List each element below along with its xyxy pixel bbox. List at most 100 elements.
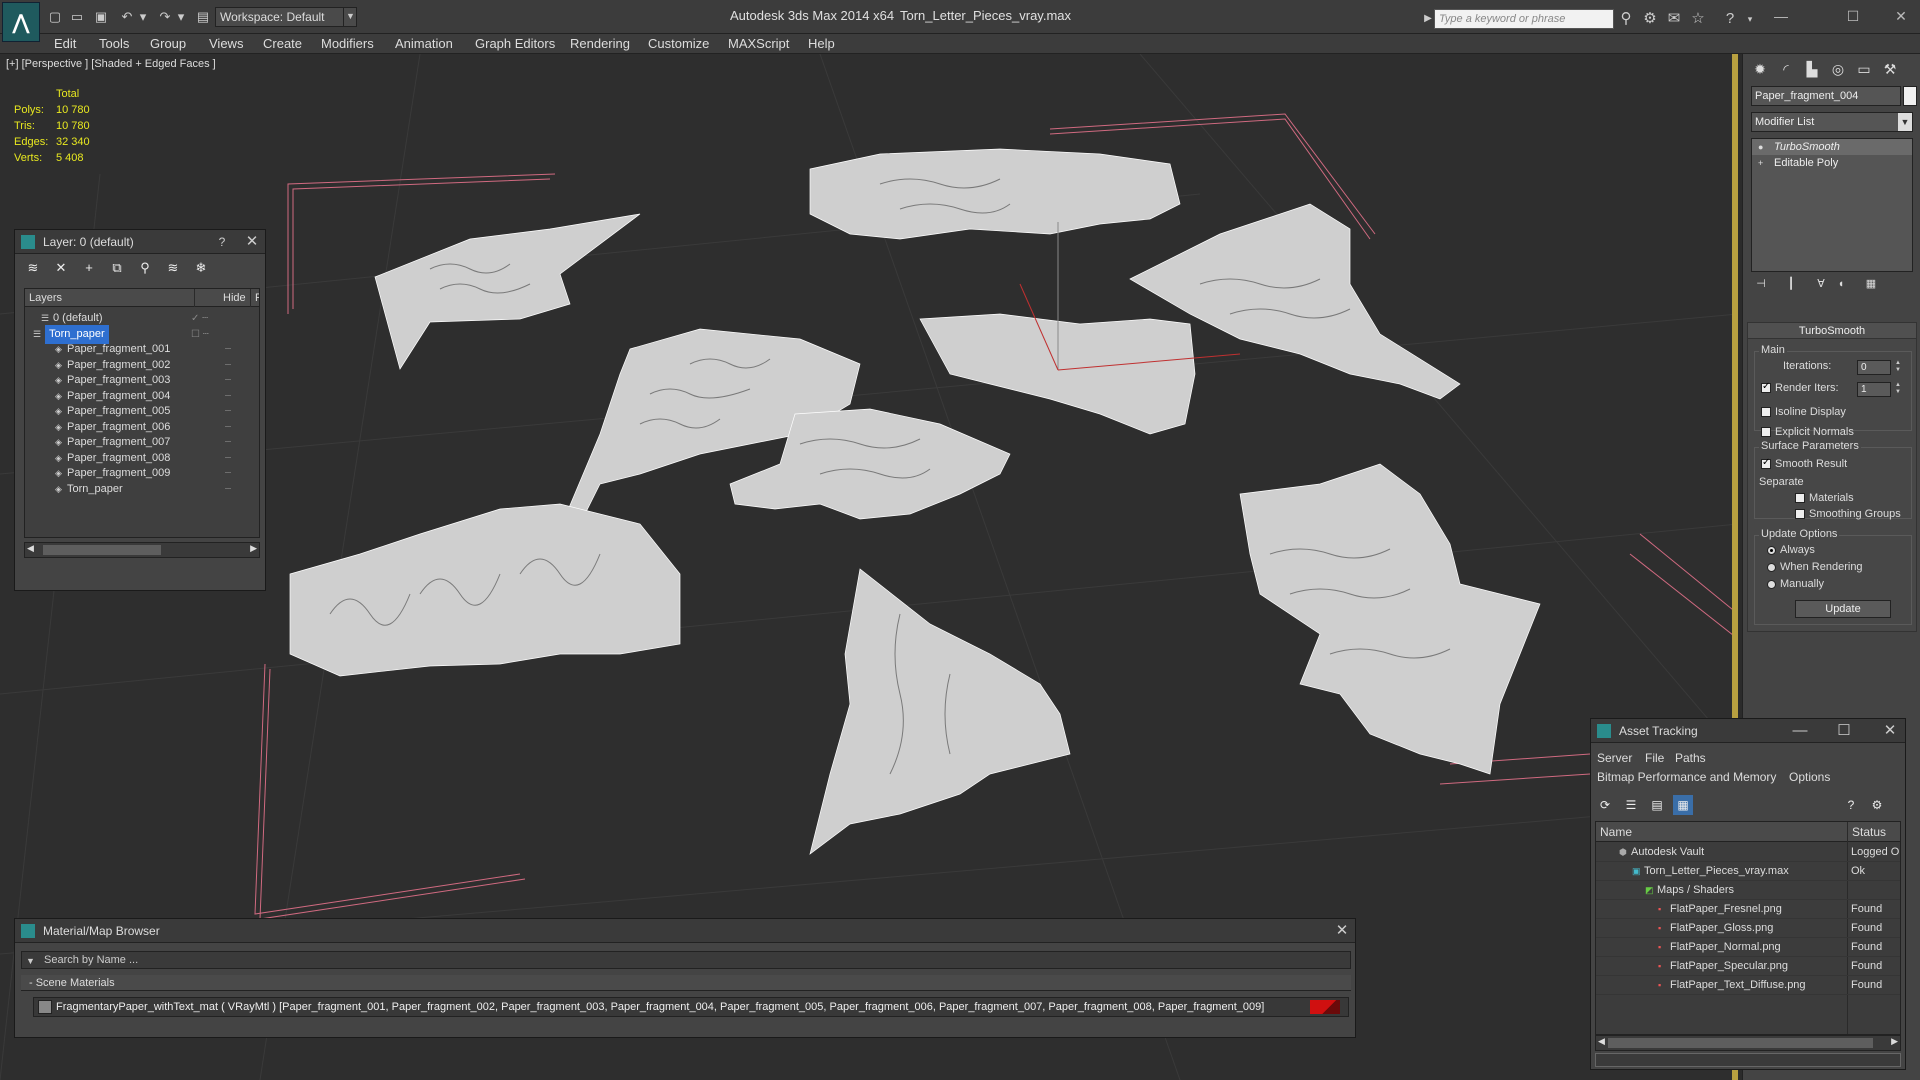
close-icon[interactable]: ✕ bbox=[1333, 922, 1351, 940]
redo-dropdown-icon[interactable]: ▾ bbox=[172, 8, 190, 26]
app-logo-button[interactable]: ⋀ bbox=[2, 2, 40, 42]
stack-item-editable-poly[interactable]: + Editable Poly bbox=[1752, 155, 1912, 171]
select-objects-icon[interactable]: ⧉ bbox=[107, 258, 127, 278]
modify-tab-icon[interactable]: ◜ bbox=[1775, 58, 1797, 80]
iterations-spinner[interactable]: 0 bbox=[1857, 360, 1891, 375]
menu-modifiers[interactable]: Modifiers bbox=[321, 36, 374, 51]
menu-help[interactable]: Help bbox=[808, 36, 835, 51]
checkbox-icon[interactable] bbox=[1795, 493, 1805, 504]
col-layers[interactable]: Layers bbox=[25, 289, 195, 307]
asset-row[interactable]: ▪ FlatPaper_Normal.png Found bbox=[1596, 938, 1900, 957]
search-input[interactable]: Type a keyword or phrase bbox=[1434, 9, 1614, 29]
update-button[interactable]: Update bbox=[1795, 600, 1891, 618]
undo-dropdown-icon[interactable]: ▾ bbox=[134, 8, 152, 26]
create-tab-icon[interactable]: ✹ bbox=[1749, 58, 1771, 80]
layer-scrollbar[interactable]: ◀ ▶ bbox=[24, 542, 260, 558]
manually-radio[interactable]: Manually bbox=[1767, 578, 1824, 590]
light-bulb-icon[interactable]: ● bbox=[1758, 139, 1763, 155]
search-options-icon[interactable]: ▼ bbox=[26, 953, 35, 969]
checkbox-icon[interactable] bbox=[1761, 407, 1771, 418]
material-search-input[interactable]: ▼ Search by Name ... bbox=[21, 951, 1351, 969]
asset-row[interactable]: ▪ FlatPaper_Fresnel.png Found bbox=[1596, 900, 1900, 919]
radio-icon[interactable] bbox=[1767, 545, 1776, 555]
menu-bitmap-performance[interactable]: Bitmap Performance and Memory bbox=[1597, 770, 1776, 784]
asset-scrollbar[interactable]: ◀ ▶ bbox=[1595, 1035, 1901, 1051]
material-browser-titlebar[interactable]: Material/Map Browser ✕ bbox=[15, 919, 1355, 943]
project-folder-icon[interactable]: ▤ bbox=[194, 8, 212, 26]
remove-modifier-icon[interactable]: ◖ bbox=[1833, 276, 1849, 292]
highlight-layer-icon[interactable]: ⚲ bbox=[135, 258, 155, 278]
rollout-title[interactable]: TurboSmooth bbox=[1748, 323, 1916, 339]
when-rendering-radio[interactable]: When Rendering bbox=[1767, 561, 1863, 573]
stack-item-turbosmooth[interactable]: ● TurboSmooth bbox=[1752, 139, 1912, 155]
menu-options[interactable]: Options bbox=[1789, 770, 1830, 784]
scroll-left-icon[interactable]: ◀ bbox=[27, 543, 34, 554]
menu-views[interactable]: Views bbox=[209, 36, 243, 51]
material-row[interactable]: FragmentaryPaper_withText_mat ( VRayMtl … bbox=[33, 997, 1349, 1017]
scroll-thumb[interactable] bbox=[43, 545, 161, 555]
checkbox-icon[interactable] bbox=[1761, 381, 1771, 394]
configure-modifier-sets-icon[interactable]: ▦ bbox=[1863, 276, 1879, 292]
col-freeze[interactable]: F bbox=[251, 289, 259, 307]
layer-row[interactable]: ◈ Torn_paper ┄ bbox=[25, 480, 259, 499]
scroll-right-icon[interactable]: ▶ bbox=[250, 543, 257, 554]
minimize-icon[interactable]: — bbox=[1791, 722, 1809, 740]
iterations-spinner-arrows[interactable]: ▲ ▼ bbox=[1893, 360, 1903, 375]
scroll-left-icon[interactable]: ◀ bbox=[1598, 1036, 1605, 1047]
show-end-result-icon[interactable]: ┃ bbox=[1783, 276, 1799, 292]
smooth-result-checkbox[interactable]: Smooth Result bbox=[1761, 457, 1847, 470]
chevron-down-icon[interactable]: ▼ bbox=[1898, 113, 1912, 131]
help-icon[interactable]: ? bbox=[213, 233, 231, 251]
thumbnail-view-icon[interactable]: ▤ bbox=[1647, 795, 1667, 815]
subscription-icon[interactable]: ⚙ bbox=[1640, 9, 1660, 29]
asset-tracking-titlebar[interactable]: Asset Tracking — ☐ ✕ bbox=[1591, 719, 1905, 743]
freeze-all-icon[interactable]: ❄ bbox=[191, 258, 211, 278]
isoline-display-checkbox[interactable]: Isoline Display bbox=[1761, 406, 1846, 418]
workspace-dropdown[interactable]: Workspace: Default bbox=[215, 7, 357, 27]
display-tab-icon[interactable]: ▭ bbox=[1853, 58, 1875, 80]
close-icon[interactable]: ✕ bbox=[243, 233, 261, 251]
menu-create[interactable]: Create bbox=[263, 36, 302, 51]
close-icon[interactable]: ✕ bbox=[1886, 5, 1916, 27]
utilities-tab-icon[interactable]: ⚒ bbox=[1879, 58, 1901, 80]
object-name-field[interactable]: Paper_fragment_004 bbox=[1751, 86, 1901, 106]
asset-row[interactable]: ▪ FlatPaper_Text_Diffuse.png Found bbox=[1596, 976, 1900, 995]
help-icon[interactable]: ? bbox=[1720, 9, 1740, 29]
menu-server[interactable]: Server bbox=[1597, 751, 1632, 765]
smoothing-groups-checkbox[interactable]: Smoothing Groups bbox=[1795, 508, 1901, 520]
radio-icon[interactable] bbox=[1767, 579, 1776, 589]
menu-maxscript[interactable]: MAXScript bbox=[728, 36, 789, 51]
asset-row[interactable]: ▪ FlatPaper_Specular.png Found bbox=[1596, 957, 1900, 976]
scene-materials-group[interactable]: - Scene Materials bbox=[21, 975, 1351, 991]
pin-stack-icon[interactable]: ⊣ bbox=[1753, 276, 1769, 292]
checkbox-icon[interactable] bbox=[1761, 457, 1771, 470]
menu-animation[interactable]: Animation bbox=[395, 36, 453, 51]
list-view-icon[interactable]: ☰ bbox=[1621, 795, 1641, 815]
minimize-icon[interactable]: — bbox=[1766, 5, 1796, 27]
menu-graph-editors[interactable]: Graph Editors bbox=[475, 36, 555, 51]
render-iters-spinner[interactable]: 1 bbox=[1857, 382, 1891, 397]
always-radio[interactable]: Always bbox=[1767, 544, 1815, 556]
menu-customize[interactable]: Customize bbox=[648, 36, 709, 51]
menu-rendering[interactable]: Rendering bbox=[570, 36, 630, 51]
maximize-icon[interactable]: ☐ bbox=[1835, 722, 1853, 740]
col-hide[interactable]: Hide bbox=[219, 289, 251, 307]
help-dropdown-icon[interactable]: ▾ bbox=[1740, 9, 1760, 29]
close-icon[interactable]: ✕ bbox=[1881, 722, 1899, 740]
menu-tools[interactable]: Tools bbox=[99, 36, 129, 51]
communication-icon[interactable]: ✉ bbox=[1664, 9, 1684, 29]
radio-icon[interactable] bbox=[1767, 562, 1776, 572]
checkbox-icon[interactable] bbox=[1795, 509, 1805, 520]
render-iters-checkbox[interactable]: Render Iters: bbox=[1761, 381, 1839, 394]
table-view-icon[interactable]: ▦ bbox=[1673, 795, 1693, 815]
save-icon[interactable]: ▣ bbox=[92, 8, 110, 26]
open-file-icon[interactable]: ▭ bbox=[68, 8, 86, 26]
col-status[interactable]: Status bbox=[1848, 822, 1900, 842]
hide-toggle-icon[interactable]: ┄ bbox=[225, 480, 231, 499]
add-to-layer-icon[interactable]: + bbox=[79, 258, 99, 278]
menu-file[interactable]: File bbox=[1645, 751, 1664, 765]
delete-layer-icon[interactable]: ✕ bbox=[51, 258, 71, 278]
menu-edit[interactable]: Edit bbox=[54, 36, 76, 51]
modifier-list-dropdown[interactable]: Modifier List ▼ bbox=[1751, 112, 1913, 132]
materials-checkbox[interactable]: Materials bbox=[1795, 492, 1854, 504]
